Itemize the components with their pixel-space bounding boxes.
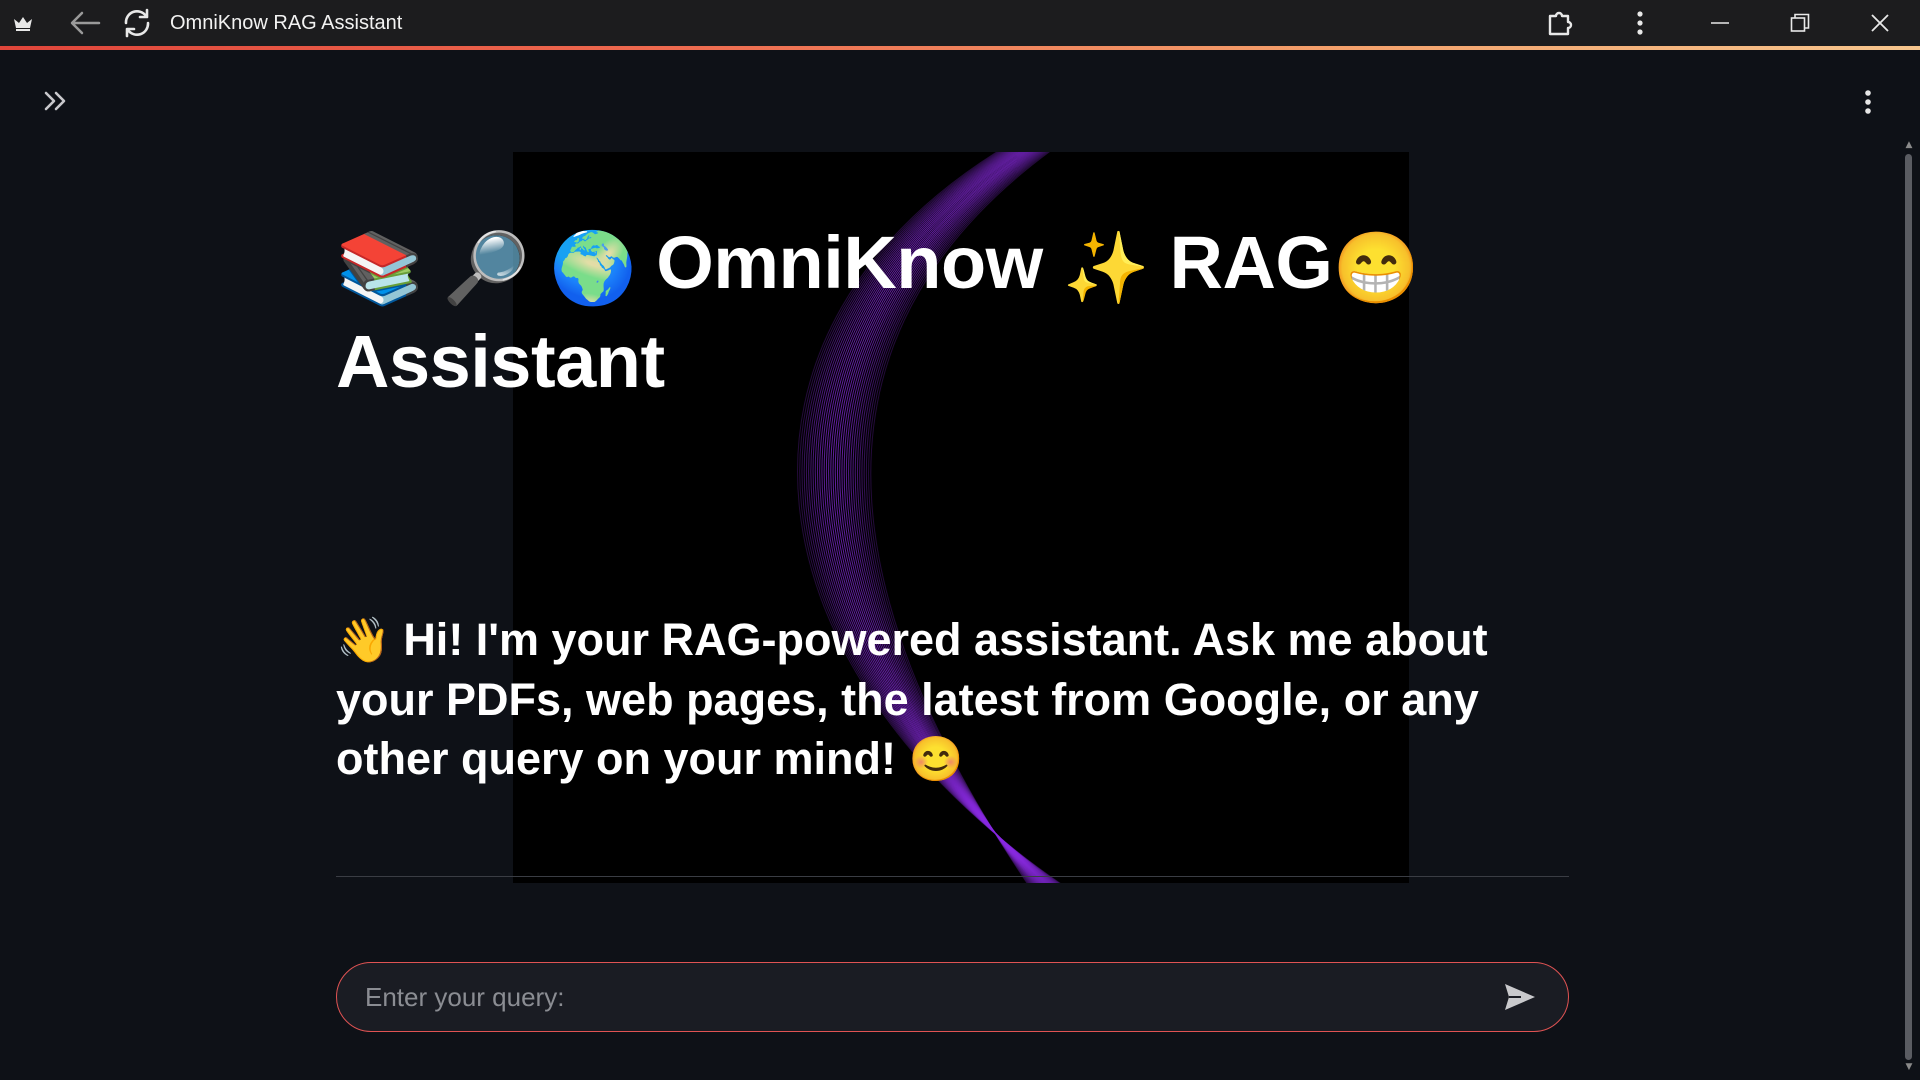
window-titlebar: OmniKnow RAG Assistant [0,0,1920,46]
send-button[interactable] [1490,967,1550,1027]
divider [336,876,1569,877]
app-main: 📚 🔎 🌍 OmniKnow ✨ RAG😁 Assistant 👋 Hi! I'… [0,50,1920,1080]
back-arrow-icon[interactable] [62,0,108,46]
main-menu-icon[interactable] [1856,86,1880,118]
title-word-rag: RAG [1169,221,1333,304]
minimize-icon[interactable] [1680,0,1760,46]
send-icon [1505,984,1535,1010]
greeting-message: 👋 Hi! I'm your RAG-powered assistant. As… [336,610,1586,789]
scroll-up-arrow[interactable]: ▲ [1904,140,1914,150]
title-word-omniknow: OmniKnow [656,221,1043,304]
magnifier-emoji: 🔎 [442,229,530,307]
extension-icon[interactable] [1520,0,1600,46]
close-icon[interactable] [1840,0,1920,46]
double-chevron-right-icon[interactable] [38,86,74,116]
wave-emoji: 👋 [336,616,391,665]
books-emoji: 📚 [336,229,423,307]
restore-icon[interactable] [1760,0,1840,46]
scrollbar-thumb[interactable] [1905,154,1912,1060]
query-input[interactable] [337,963,1490,1031]
window-title: OmniKnow RAG Assistant [170,11,403,34]
query-input-container [336,962,1569,1032]
reload-icon[interactable] [114,0,160,46]
page-title: 📚 🔎 🌍 OmniKnow ✨ RAG😁 Assistant [336,216,1436,409]
window-controls [1520,0,1920,46]
smile-emoji: 😊 [908,735,964,784]
grin-emoji: 😁 [1332,229,1420,307]
sparkles-emoji: ✨ [1062,229,1150,307]
vertical-dots-icon[interactable] [1600,0,1680,46]
title-word-assistant: Assistant [336,320,665,403]
scroll-down-arrow[interactable]: ▼ [1904,1062,1914,1072]
crown-icon[interactable] [0,0,46,46]
globe-emoji: 🌍 [549,229,637,307]
